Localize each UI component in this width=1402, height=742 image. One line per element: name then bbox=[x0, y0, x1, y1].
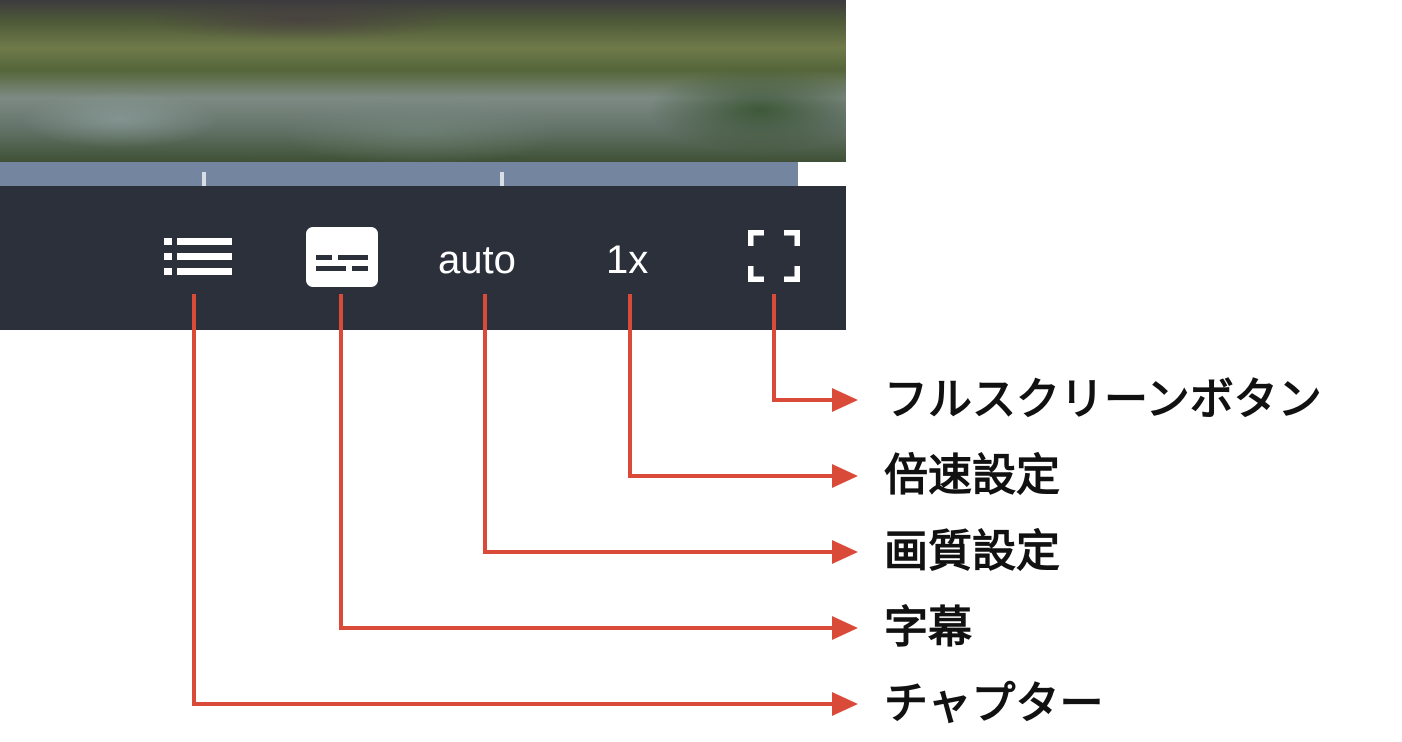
callout-line-chapters bbox=[192, 294, 196, 706]
callout-line-quality bbox=[483, 294, 487, 554]
callout-line-chapters bbox=[192, 702, 834, 706]
callout-line-subtitles bbox=[339, 294, 343, 630]
subtitles-icon bbox=[306, 227, 378, 287]
arrow-icon bbox=[832, 464, 858, 488]
callout-line-fullscreen bbox=[772, 398, 834, 402]
arrow-icon bbox=[832, 692, 858, 716]
arrow-icon bbox=[832, 540, 858, 564]
chapters-button[interactable] bbox=[164, 236, 232, 278]
control-bar bbox=[0, 186, 846, 330]
progress-bar[interactable] bbox=[0, 162, 798, 186]
quality-callout-label: 画質設定 bbox=[884, 526, 1060, 577]
chapters-callout-label: チャプター bbox=[884, 678, 1104, 729]
callout-line-speed bbox=[628, 294, 632, 478]
quality-button[interactable]: auto bbox=[438, 236, 516, 284]
speed-callout-label: 倍速設定 bbox=[884, 450, 1060, 501]
callout-line-fullscreen bbox=[772, 294, 776, 402]
subtitles-button[interactable] bbox=[306, 227, 378, 287]
progress-bar-remaining[interactable] bbox=[798, 162, 846, 186]
subtitles-callout-label: 字幕 bbox=[884, 602, 972, 653]
speed-button[interactable]: 1x bbox=[606, 236, 648, 284]
arrow-icon bbox=[832, 616, 858, 640]
fullscreen-icon bbox=[746, 228, 802, 284]
callout-line-speed bbox=[628, 474, 834, 478]
video-frame[interactable] bbox=[0, 0, 846, 162]
chapter-marker bbox=[202, 172, 206, 186]
callout-line-quality bbox=[483, 550, 834, 554]
callout-line-subtitles bbox=[339, 626, 834, 630]
fullscreen-callout-label: フルスクリーンボタン bbox=[884, 374, 1322, 425]
list-icon bbox=[164, 238, 232, 275]
arrow-icon bbox=[832, 388, 858, 412]
fullscreen-button[interactable] bbox=[746, 228, 802, 284]
chapter-marker bbox=[500, 172, 504, 186]
